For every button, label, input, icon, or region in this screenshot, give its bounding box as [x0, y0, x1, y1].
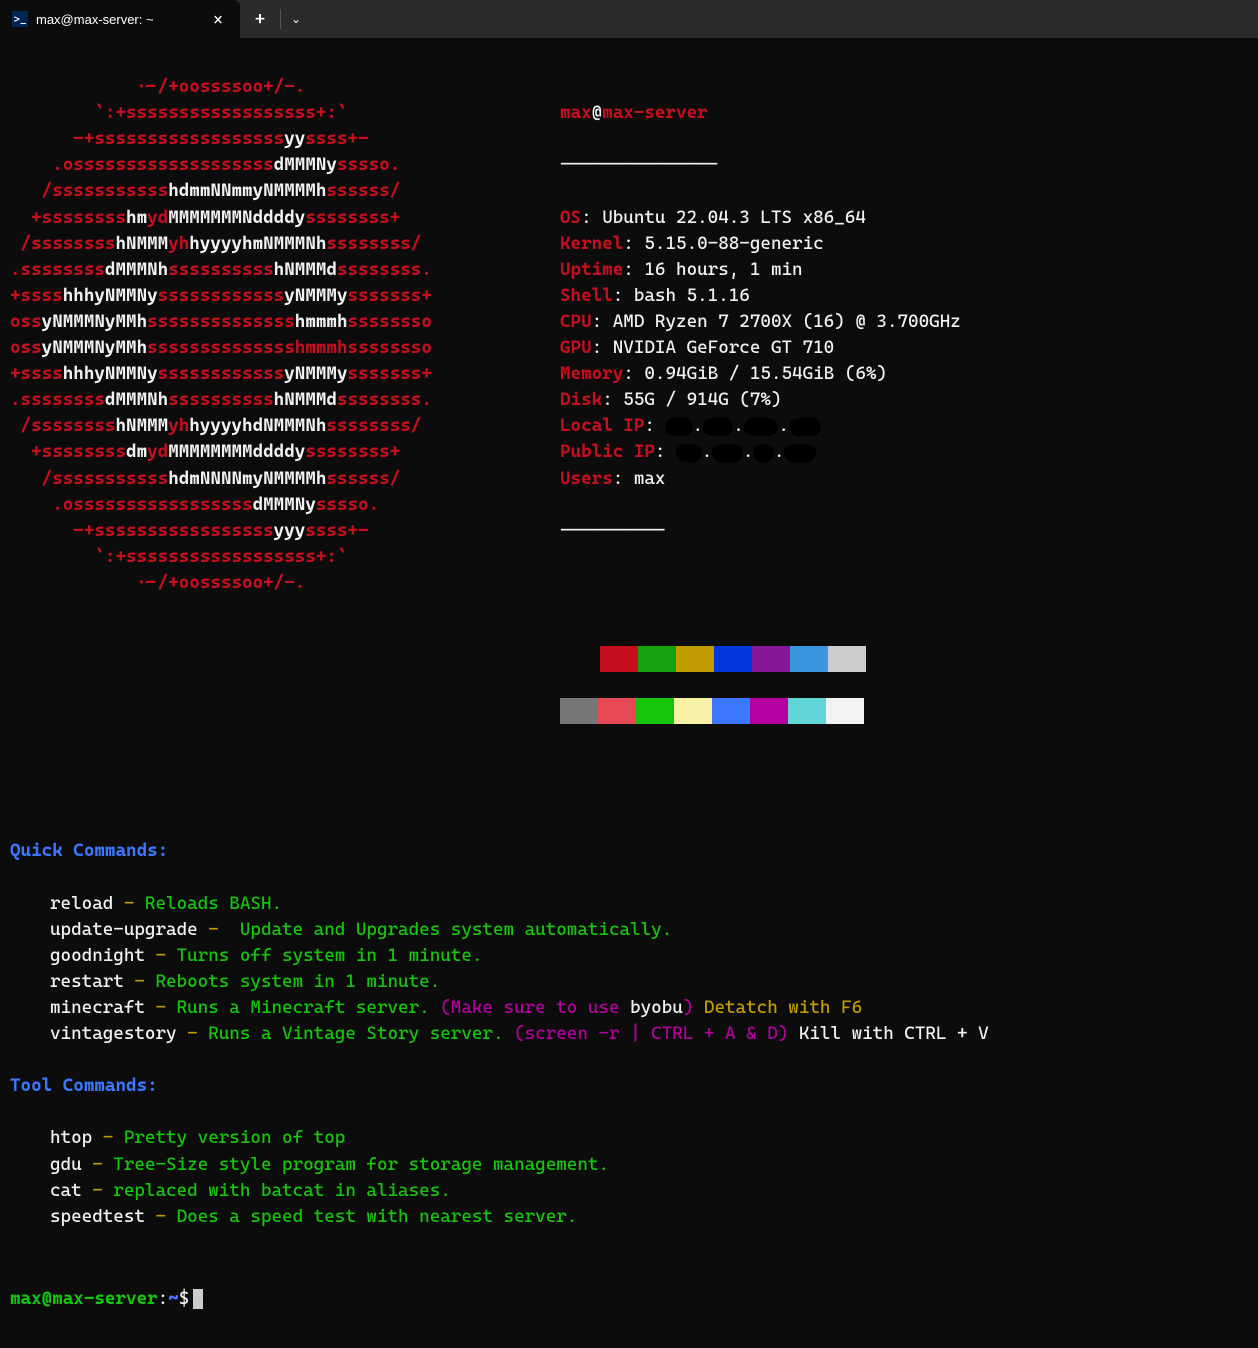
command-line: goodnight - Turns off system in 1 minute… [10, 943, 1248, 969]
info-header: max@max-server [560, 100, 1248, 126]
shell-prompt[interactable]: max@max-server:~$ [10, 1286, 1248, 1312]
powershell-icon: >_ [12, 11, 28, 27]
command-line: gdu - Tree-Size style program for storag… [10, 1152, 1248, 1178]
command-line: cat - replaced with batcat in aliases. [10, 1178, 1248, 1204]
command-line: restart - Reboots system in 1 minute. [10, 969, 1248, 995]
tab-dropdown-button[interactable]: ⌄ [281, 12, 311, 26]
command-line: minecraft - Runs a Minecraft server. (Ma… [10, 995, 1248, 1021]
command-line: speedtest - Does a speed test with neare… [10, 1204, 1248, 1230]
info-separator: --------------- [560, 152, 1248, 178]
info-footer-separator: ---------- [560, 518, 1248, 544]
info-line: OS: Ubuntu 22.04.3 LTS x86_64 [560, 205, 1248, 231]
titlebar: >_ max@max-server: ~ × + ⌄ [0, 0, 1258, 38]
color-swatches-row1 [600, 646, 1248, 672]
terminal-output[interactable]: .-/+oossssoo+/-. `:+ssssssssssssssssss+:… [0, 38, 1258, 1348]
info-line: CPU: AMD Ryzen 7 2700X (16) @ 3.700GHz [560, 309, 1248, 335]
info-line: Shell: bash 5.1.16 [560, 283, 1248, 309]
command-line: update-upgrade - Update and Upgrades sys… [10, 917, 1248, 943]
tab-active[interactable]: >_ max@max-server: ~ × [0, 0, 240, 38]
info-line: Users: max [560, 466, 1248, 492]
info-line: Memory: 0.94GiB / 15.54GiB (6%) [560, 361, 1248, 387]
info-line: Public IP: ... [560, 439, 1248, 465]
info-line: Kernel: 5.15.0-88-generic [560, 231, 1248, 257]
info-line: Local IP: ... [560, 413, 1248, 439]
info-line: Uptime: 16 hours, 1 min [560, 257, 1248, 283]
info-line: GPU: NVIDIA GeForce GT 710 [560, 335, 1248, 361]
color-swatches-row2 [560, 698, 1248, 724]
command-line: htop - Pretty version of top [10, 1125, 1248, 1151]
tool-commands-title: Tool Commands: [10, 1073, 1248, 1099]
info-line: Disk: 55G / 914G (7%) [560, 387, 1248, 413]
command-line: reload - Reloads BASH. [10, 891, 1248, 917]
close-icon[interactable]: × [208, 10, 228, 29]
tab-title: max@max-server: ~ [36, 12, 200, 27]
system-info: max@max-server --------------- OS: Ubunt… [560, 74, 1248, 750]
command-line: vintagestory - Runs a Vintage Story serv… [10, 1021, 1248, 1047]
cursor [193, 1289, 203, 1309]
ascii-logo: .-/+oossssoo+/-. `:+ssssssssssssssssss+:… [10, 74, 560, 750]
quick-commands-title: Quick Commands: [10, 838, 1248, 864]
add-tab-button[interactable]: + [240, 9, 280, 30]
